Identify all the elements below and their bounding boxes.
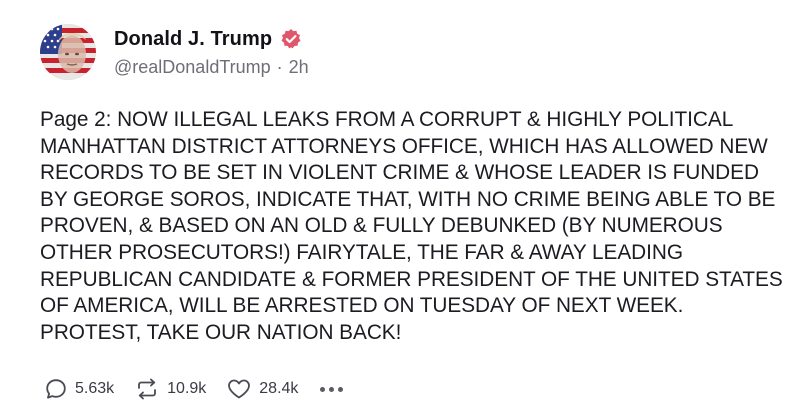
reply-button[interactable]: 5.63k: [44, 377, 114, 401]
handle-separator: ·: [276, 57, 283, 77]
post-line: Page 2: NOW ILLEGAL LEAKS FROM A CORRUPT…: [40, 108, 734, 131]
heart-icon: [226, 377, 252, 401]
author-display-name[interactable]: Donald J. Trump: [114, 28, 272, 51]
post-card: Donald J. Trump @realDonaldTrump · 2h Page…: [0, 0, 800, 419]
author-handle-row: @realDonaldTrump · 2h: [114, 57, 309, 78]
more-options-button[interactable]: [320, 386, 347, 392]
author-handle[interactable]: @realDonaldTrump: [114, 57, 271, 77]
post-actions: 5.63k 10.9k 28.4k: [44, 375, 347, 403]
post-body: Page 2: NOW ILLEGAL LEAKS FROM A CORRUPT…: [40, 107, 783, 346]
post-line: REPUBLICAN CANDIDATE & FORMER PRESIDENT …: [40, 267, 783, 291]
like-button[interactable]: 28.4k: [226, 377, 298, 401]
reply-count: 5.63k: [75, 380, 115, 397]
more-dots-icon: [320, 386, 347, 392]
retruth-count: 10.9k: [167, 380, 207, 397]
avatar[interactable]: [40, 24, 96, 80]
post-line: MANHATTAN DISTRICT ATTORNEYS OFFICE, WHI…: [40, 134, 768, 158]
verified-badge-icon: [280, 28, 302, 50]
post-line: OF AMERICA, WILL BE ARRESTED ON TUESDAY …: [40, 294, 684, 318]
dot: [329, 386, 335, 392]
comment-icon: [44, 377, 68, 401]
post-line: PROVEN, & BASED ON AN OLD & FULLY DEBUNK…: [40, 214, 723, 238]
retruth-button[interactable]: 10.9k: [134, 377, 206, 401]
dot: [320, 386, 326, 392]
post-line: PROTEST, TAKE OUR NATION BACK!: [40, 320, 402, 344]
post-line: OTHER PROSECUTORS!) FAIRYTALE, THE FAR &…: [40, 240, 683, 264]
dot: [338, 386, 344, 392]
post-timestamp[interactable]: 2h: [289, 57, 309, 77]
author-name-row: Donald J. Trump: [114, 26, 302, 52]
repost-icon: [134, 377, 160, 401]
post-line: BY GEORGE SOROS, INDICATE THAT, WITH NO …: [40, 187, 776, 211]
post-line: RECORDS TO BE SET IN VIOLENT CRIME & WHO…: [40, 161, 759, 185]
like-count: 28.4k: [259, 380, 299, 397]
